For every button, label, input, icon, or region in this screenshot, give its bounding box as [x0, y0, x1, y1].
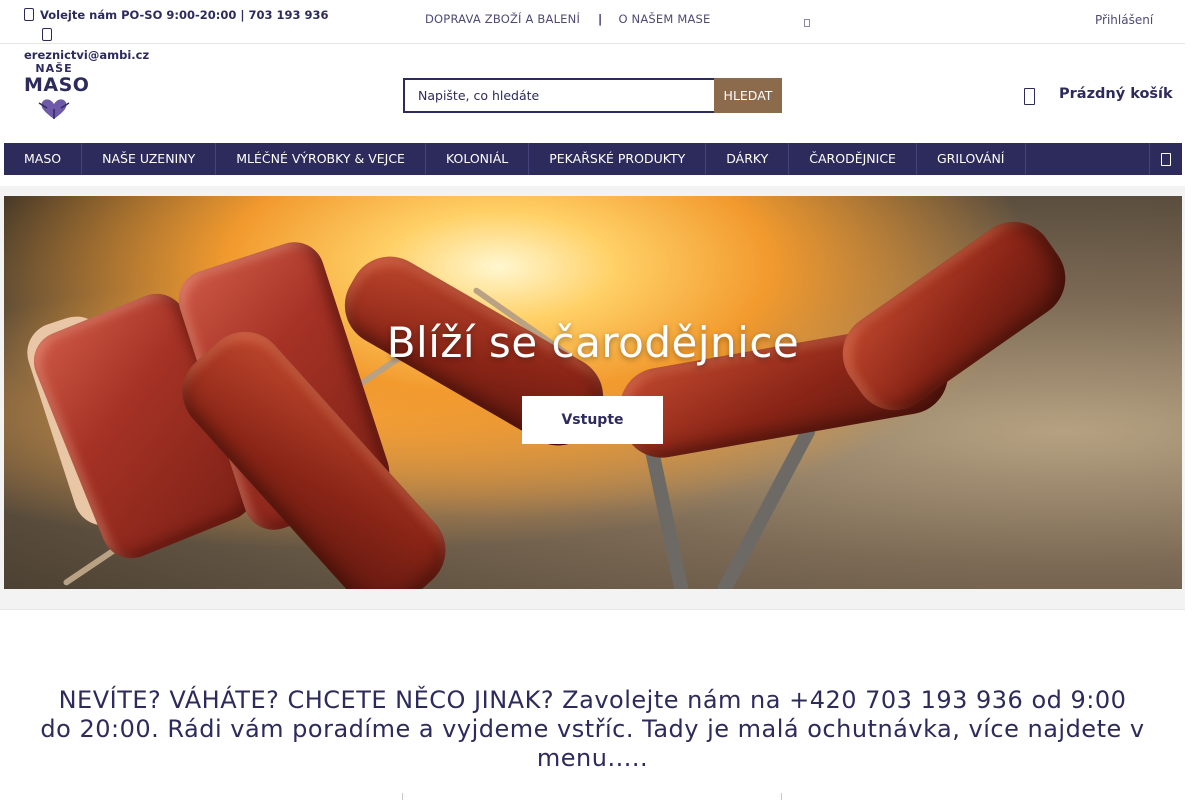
top-links: DOPRAVA ZBOŽÍ A BALENÍ | O NAŠEM MASE [425, 12, 711, 26]
hero-banner[interactable]: Blíží se čarodějnice Vstupte [4, 196, 1182, 589]
main-nav: MASO NAŠE UZENINY MLÉČNÉ VÝROBKY & VEJCE… [4, 143, 1182, 175]
nav-item-pekarske-produkty[interactable]: PEKAŘSKÉ PRODUKTY [529, 143, 707, 175]
hero-enter-button[interactable]: Vstupte [522, 396, 663, 444]
phone-text[interactable]: Volejte nám PO-SO 9:00-20:00 | 703 193 9… [40, 8, 329, 22]
link-shipping[interactable]: DOPRAVA ZBOŽÍ A BALENÍ [425, 12, 580, 26]
column-divider [781, 793, 782, 800]
hero-section: Blíží se čarodějnice Vstupte [0, 186, 1185, 610]
hero-title: Blíží se čarodějnice [386, 318, 800, 367]
top-links-separator: | [598, 12, 603, 26]
nav-item-maso[interactable]: MASO [4, 143, 83, 175]
heart-logo-icon [38, 99, 70, 119]
site-logo[interactable]: NAŠE MASO [24, 62, 90, 126]
more-menu-icon[interactable] [1149, 143, 1182, 175]
hero-fork [644, 444, 694, 589]
nav-item-kolonial[interactable]: KOLONIÁL [426, 143, 530, 175]
login-link[interactable]: Přihlášení [1095, 13, 1153, 27]
email-link[interactable]: ereznictvi@ambi.cz [24, 48, 149, 62]
nav-item-mlecne-vyrobky[interactable]: MLÉČNÉ VÝROBKY & VEJCE [216, 143, 426, 175]
phone-icon [24, 8, 34, 21]
nav-item-grilovani[interactable]: GRILOVÁNÍ [917, 143, 1026, 175]
column-divider [402, 793, 403, 800]
link-about-meat[interactable]: O NAŠEM MASE [618, 12, 710, 26]
hero-fork [715, 422, 818, 589]
shopping-bag-icon [1024, 88, 1035, 105]
nav-item-darky[interactable]: DÁRKY [706, 143, 790, 175]
search-button[interactable]: HLEDAT [714, 78, 782, 113]
top-bar: Volejte nám PO-SO 9:00-20:00 | 703 193 9… [0, 0, 1185, 62]
nav-item-carodejnice[interactable]: ČARODĚJNICE [789, 143, 917, 175]
promo-text: NEVÍTE? VÁHÁTE? CHCETE NĚCO JINAK? Zavol… [40, 686, 1145, 772]
language-icon[interactable] [804, 19, 810, 27]
logo-line2: MASO [24, 74, 90, 96]
cart-label[interactable]: Prázdný košík [1059, 86, 1173, 102]
nav-item-uzeniny[interactable]: NAŠE UZENINY [82, 143, 217, 175]
search-input[interactable] [403, 78, 714, 113]
contact-info: Volejte nám PO-SO 9:00-20:00 | 703 193 9… [24, 5, 354, 65]
search-bar: HLEDAT [403, 78, 782, 113]
mail-icon [42, 28, 52, 41]
hero-sausage [827, 206, 1081, 426]
